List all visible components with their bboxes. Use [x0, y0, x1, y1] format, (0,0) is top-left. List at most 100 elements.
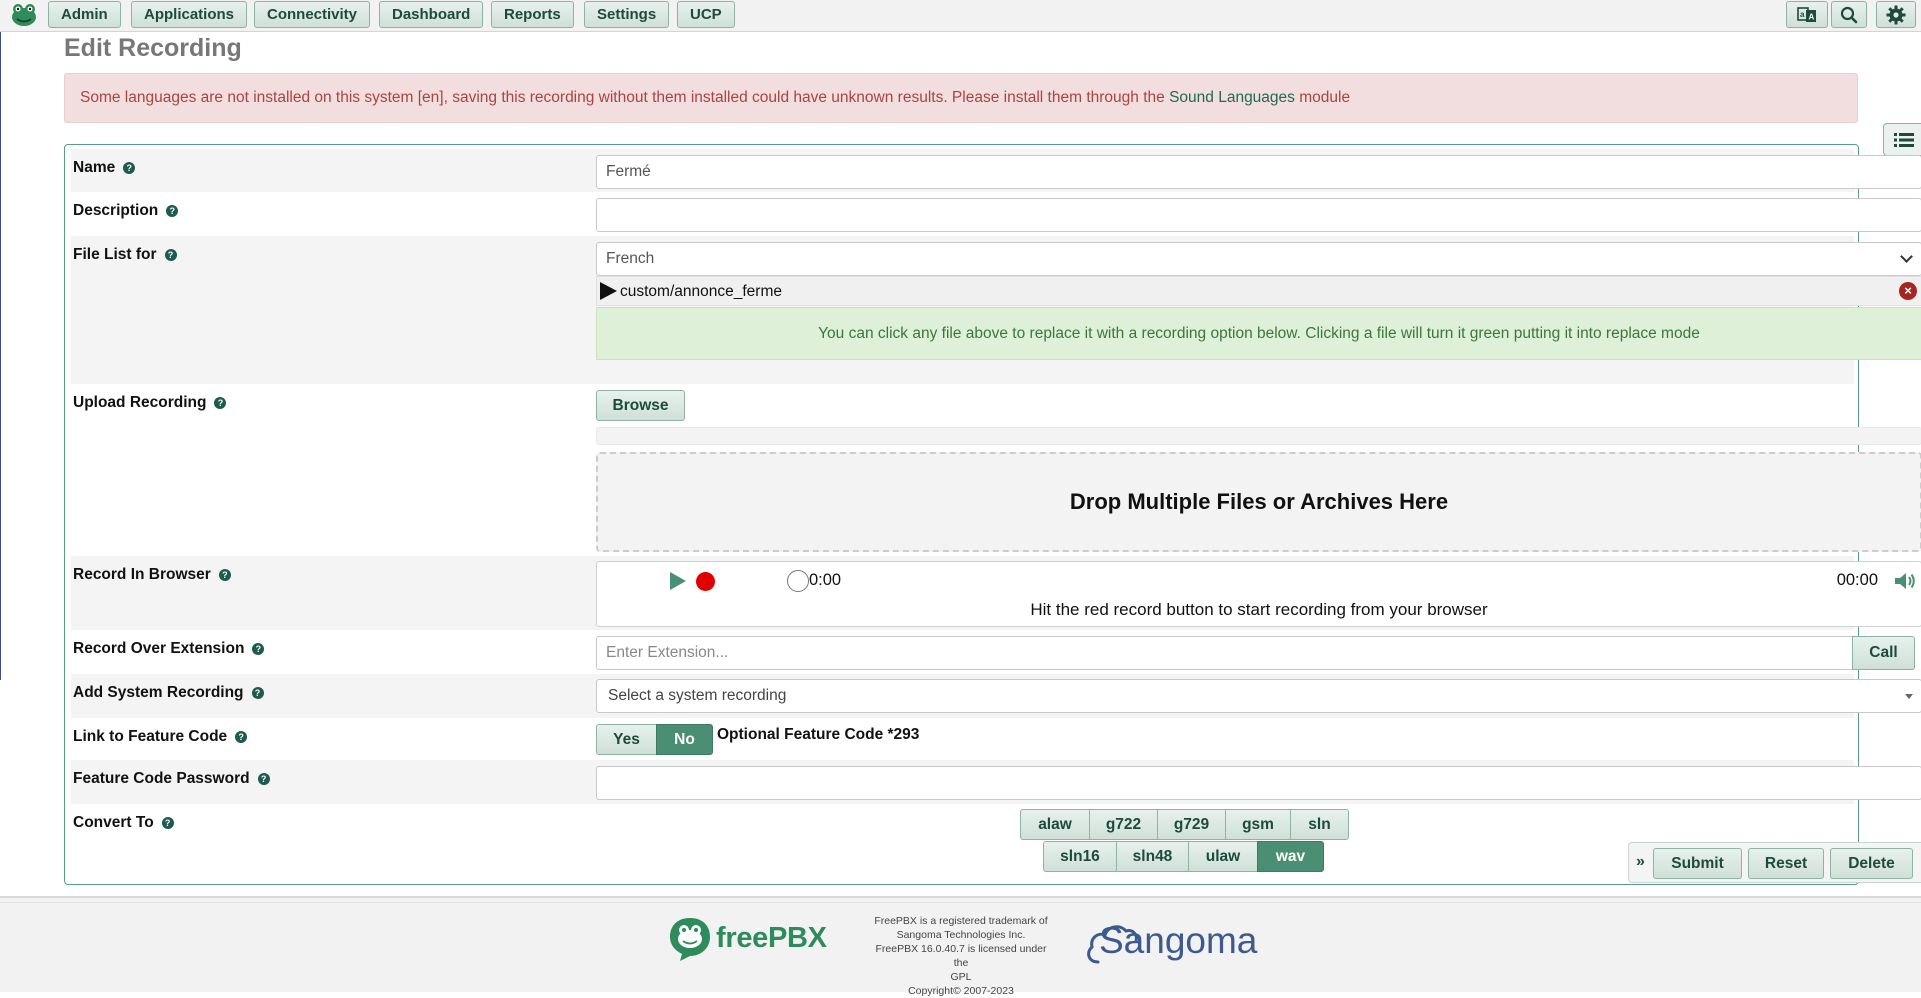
link-feature-code-label: Link to Feature Code? — [73, 728, 248, 746]
upload-progress-bar — [596, 427, 1921, 445]
close-circle-icon[interactable]: × — [1899, 282, 1917, 300]
add-system-recording-label: Add System Recording? — [73, 684, 264, 702]
file-list-row: File List for? French custom/annonce_fer… — [71, 236, 1921, 384]
caret-down-icon — [1905, 694, 1913, 699]
help-icon[interactable]: ? — [123, 162, 136, 174]
feature-code-password-input[interactable] — [596, 766, 1921, 800]
gear-icon — [1886, 5, 1906, 24]
record-icon[interactable] — [696, 572, 715, 591]
sound-languages-link[interactable]: Sound Languages — [1169, 89, 1295, 106]
language-warning-alert: Some languages are not installed on this… — [64, 73, 1858, 123]
convert-sln[interactable]: sln — [1290, 809, 1349, 840]
freepbx-logo-icon — [668, 916, 712, 967]
help-icon[interactable]: ? — [161, 817, 174, 829]
description-label: Description? — [73, 202, 179, 220]
name-input[interactable]: Fermé — [596, 155, 1921, 189]
nav-applications[interactable]: Applications — [131, 1, 248, 28]
help-icon[interactable]: ? — [164, 249, 177, 261]
browse-button[interactable]: Browse — [596, 390, 685, 421]
link-feature-code-row: Link to Feature Code? Yes No Optional Fe… — [71, 718, 1854, 760]
playback-position: 0:00 — [809, 571, 842, 589]
convert-to-label: Convert To? — [73, 814, 174, 832]
call-button[interactable]: Call — [1852, 636, 1915, 670]
page-title: Edit Recording — [64, 34, 242, 62]
nav-dashboard[interactable]: Dashboard — [379, 1, 484, 28]
settings-button[interactable] — [1876, 1, 1916, 28]
top-navbar: Admin Applications Connectivity Dashboar… — [0, 0, 1921, 32]
frog-logo-icon[interactable] — [10, 2, 38, 28]
name-row: Name? Fermé — [71, 149, 1921, 192]
legal-line: Sangoma Technologies Inc. — [896, 929, 1026, 941]
recording-duration: 00:00 — [1836, 571, 1878, 589]
convert-ulaw[interactable]: ulaw — [1188, 841, 1258, 872]
upload-recording-label: Upload Recording? — [73, 394, 227, 412]
name-label: Name? — [73, 159, 136, 177]
description-input[interactable] — [596, 198, 1921, 232]
delete-button[interactable]: Delete — [1830, 848, 1913, 879]
convert-g729[interactable]: g729 — [1157, 809, 1226, 840]
search-button[interactable] — [1831, 1, 1867, 28]
nav-reports[interactable]: Reports — [491, 1, 574, 28]
alert-text: Some languages are not installed on this… — [80, 89, 1165, 106]
help-icon[interactable]: ? — [166, 205, 179, 217]
convert-sln48[interactable]: sln48 — [1116, 841, 1189, 872]
nav-settings[interactable]: Settings — [584, 1, 670, 28]
double-chevron-right-icon[interactable]: » — [1636, 853, 1645, 871]
playback-position-knob[interactable] — [787, 570, 809, 592]
language-button[interactable]: a A — [1786, 1, 1828, 28]
file-drop-zone[interactable]: Drop Multiple Files or Archives Here — [596, 452, 1921, 552]
sidebar-toggle-button[interactable] — [1883, 123, 1921, 156]
feature-code-no-button[interactable]: No — [656, 724, 713, 755]
freepbx-brand: freePBX — [716, 922, 827, 954]
play-icon[interactable] — [600, 282, 617, 300]
feature-code-password-row: Feature Code Password? — [71, 760, 1921, 804]
language-select[interactable]: French — [596, 242, 1921, 276]
feature-code-yes-button[interactable]: Yes — [596, 724, 657, 755]
reset-button[interactable]: Reset — [1748, 848, 1824, 879]
volume-icon[interactable] — [1893, 570, 1917, 592]
search-icon — [1840, 6, 1858, 23]
system-recording-select[interactable]: Select a system recording — [596, 679, 1921, 713]
description-row: Description? — [71, 192, 1921, 236]
language-select-value: French — [606, 250, 655, 267]
footer-divider — [0, 902, 1921, 903]
svg-text:A: A — [1809, 12, 1815, 21]
system-recording-placeholder: Select a system recording — [608, 687, 787, 704]
browser-recorder: 0:00 00:00 Hit the red record button to … — [596, 561, 1921, 627]
language-icon: a A — [1797, 6, 1816, 22]
nav-admin[interactable]: Admin — [48, 1, 121, 28]
convert-to-row: Convert To? alaw g722 g729 gsm sln sln16… — [71, 804, 1854, 884]
floating-action-bar: » Submit Reset Delete — [1628, 842, 1921, 883]
convert-gsm[interactable]: gsm — [1225, 809, 1291, 840]
convert-sln16[interactable]: sln16 — [1043, 841, 1117, 872]
sangoma-brand: Sangoma — [1099, 920, 1258, 961]
upload-recording-row: Upload Recording? Browse Drop Multiple F… — [71, 384, 1921, 556]
legal-line: GPL — [950, 971, 972, 983]
convert-alaw[interactable]: alaw — [1020, 809, 1090, 840]
svg-text:a: a — [1800, 10, 1805, 19]
help-icon[interactable]: ? — [251, 687, 264, 699]
file-list-label: File List for? — [73, 246, 177, 264]
convert-g722[interactable]: g722 — [1089, 809, 1158, 840]
legal-line: Copyright© 2007-2023 — [908, 985, 1014, 997]
convert-wav[interactable]: wav — [1257, 841, 1324, 872]
record-over-extension-label: Record Over Extension? — [73, 640, 265, 658]
help-icon[interactable]: ? — [257, 773, 270, 785]
file-list-item[interactable]: custom/annonce_ferme × — [596, 276, 1921, 306]
play-icon[interactable] — [670, 572, 686, 590]
chevron-down-icon — [1900, 250, 1913, 263]
record-in-browser-row: Record In Browser? 0:00 00:00 Hit the re… — [71, 556, 1921, 630]
nav-connectivity[interactable]: Connectivity — [254, 1, 371, 28]
add-system-recording-row: Add System Recording? Select a system re… — [71, 674, 1921, 718]
help-icon[interactable]: ? — [218, 569, 231, 581]
help-icon[interactable]: ? — [252, 643, 265, 655]
nav-ucp[interactable]: UCP — [677, 1, 735, 28]
help-icon[interactable]: ? — [235, 731, 248, 743]
help-icon[interactable]: ? — [214, 397, 227, 409]
left-edge-rule — [0, 0, 1, 680]
extension-input[interactable]: Enter Extension... — [596, 636, 1853, 670]
submit-button[interactable]: Submit — [1653, 848, 1742, 879]
optional-feature-code-text: Optional Feature Code *293 — [717, 726, 920, 743]
legal-line: FreePBX is a registered trademark of — [874, 915, 1048, 927]
list-icon — [1893, 132, 1914, 147]
